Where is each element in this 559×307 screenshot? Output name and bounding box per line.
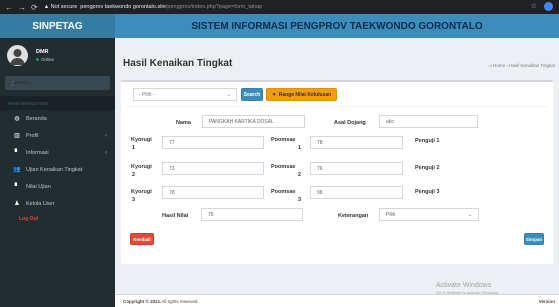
nama-field[interactable]: PANGKAH KARTIKA DOSAL xyxy=(202,115,305,128)
poomsae-3-field[interactable]: 98 xyxy=(310,186,403,199)
file-text-icon: ▘ xyxy=(14,184,20,190)
not-secure-badge[interactable]: ▲ Not secure xyxy=(44,4,78,10)
poomsae-2-label: Poomsae xyxy=(271,164,296,170)
address-bar[interactable]: pengprov taekwondo gorontalo.site/pengpr… xyxy=(80,4,262,10)
sidebar-item-informasi[interactable]: ▘ Informasi ‹ xyxy=(0,144,115,161)
asal-dojang-label: Asal Dojang xyxy=(334,120,366,126)
user-name: DMR xyxy=(36,48,49,55)
poomsae-1-label: Poomsae xyxy=(271,137,296,143)
penguji-1-label: Penguji 1 xyxy=(415,138,440,144)
kyorugi-1-label: Kyorugi xyxy=(131,137,152,143)
chevron-left-icon: ‹ xyxy=(105,149,107,156)
header-title: SISTEM INFORMASI PENGPROV TAEKWONDO GORO… xyxy=(115,14,559,38)
footer-version: Version xyxy=(538,298,555,304)
breadcrumb-home[interactable]: Home xyxy=(493,63,505,68)
user-status-label: Online xyxy=(41,56,55,62)
breadcrumb: ⌂ Home › Hasil Kenaikan Tingkat xyxy=(489,63,555,68)
sidebar-item-ujian[interactable]: 👥 Ujian Kenaikan Tingkat xyxy=(0,161,115,178)
page-title: Hasil Kenaikan Tingkat xyxy=(123,58,233,69)
nama-label: Nama xyxy=(176,120,191,126)
save-button[interactable]: Simpan xyxy=(524,233,544,245)
avatar-icon xyxy=(10,48,25,65)
kyorugi-3-number: 3 xyxy=(132,197,136,203)
brand-logo[interactable]: SINPETAG xyxy=(0,14,115,38)
chevron-left-icon: ‹ xyxy=(105,132,107,139)
sidebar-item-beranda[interactable]: ◍ Beranda xyxy=(0,110,115,127)
poomsae-2-field[interactable]: 76 xyxy=(310,162,403,175)
sidebar-item-profil[interactable]: ▥ Profil ‹ xyxy=(0,127,115,144)
file-icon: ▘ xyxy=(14,150,20,156)
sidebar-item-label: Beranda xyxy=(26,115,47,122)
poomsae-3-number: 3 xyxy=(298,197,302,203)
kyorugi-3-field[interactable]: 78 xyxy=(162,186,264,199)
kyorugi-2-label: Kyorugi xyxy=(131,164,152,170)
home-icon[interactable]: ⌂ xyxy=(489,63,492,68)
poomsae-3-label: Poomsae xyxy=(271,189,296,195)
watermark-title: Activate Windows xyxy=(436,282,492,289)
url-path: /pengprov/index.php?page=form_tahap xyxy=(165,4,263,10)
user-status: Online xyxy=(36,57,54,62)
kyorugi-2-number: 2 xyxy=(132,172,136,178)
content-header: Hasil Kenaikan Tingkat ⌂ Home › Hasil Ke… xyxy=(115,38,559,80)
star-icon[interactable]: ☆ xyxy=(531,2,537,11)
sidebar-item-label: Profil xyxy=(26,132,39,139)
user-icon: ♟ xyxy=(14,201,20,207)
online-dot-icon xyxy=(36,57,39,61)
footer-copyright: Copyright © 2021. xyxy=(123,298,162,304)
range-nilai-label: Range Nilai Kelulusan xyxy=(278,91,332,98)
sidebar: DMR Online Search... ⚲ MAIN NAVIGATION ◍… xyxy=(0,38,115,307)
logout-link[interactable]: Log Out xyxy=(0,212,115,226)
forward-icon[interactable]: → xyxy=(18,3,26,12)
dashboard-icon: ◍ xyxy=(14,116,20,122)
avatar xyxy=(7,44,28,66)
sidebar-search[interactable]: Search... ⚲ xyxy=(5,76,110,90)
sidebar-item-label: Kelola User xyxy=(26,200,55,207)
student-select[interactable]: - Pilih - ⌄ xyxy=(133,88,237,101)
poomsae-1-number: 1 xyxy=(298,145,302,151)
chevron-down-icon: ⌄ xyxy=(226,91,231,98)
asal-dojang-field[interactable]: abc xyxy=(379,115,478,128)
filter-bar: - Pilih - ⌄ Search ▼ Range Nilai Kelulus… xyxy=(133,88,337,101)
chevron-down-icon: ⌄ xyxy=(467,211,472,218)
hasil-nilai-field[interactable]: 75 xyxy=(201,208,303,221)
student-select-value: - Pilih - xyxy=(139,91,155,98)
profile-icon[interactable] xyxy=(544,2,553,11)
nav-header: MAIN NAVIGATION xyxy=(0,96,115,110)
search-input[interactable]: Search... xyxy=(10,80,33,86)
keterangan-select-value: Pilih xyxy=(386,211,396,218)
breadcrumb-separator: › xyxy=(506,63,508,68)
search-button[interactable]: Search xyxy=(241,88,263,101)
sidebar-item-label: Nilai Ujian xyxy=(26,183,51,190)
keterangan-label: Keterangan xyxy=(338,213,369,219)
poomsae-1-field[interactable]: 78 xyxy=(310,136,403,149)
divider xyxy=(127,106,547,107)
penguji-3-label: Penguji 3 xyxy=(415,189,440,195)
institution-icon: ▥ xyxy=(14,133,20,139)
form-box: - Pilih - ⌄ Search ▼ Range Nilai Kelulus… xyxy=(121,80,553,264)
back-icon[interactable]: ← xyxy=(5,3,13,12)
sidebar-item-kelola[interactable]: ♟ Kelola User xyxy=(0,195,115,212)
kyorugi-2-field[interactable]: 73 xyxy=(162,162,264,175)
sidebar-item-label: Ujian Kenaikan Tingkat xyxy=(26,166,83,173)
sidebar-item-label: Informasi xyxy=(26,149,49,156)
range-nilai-button[interactable]: ▼ Range Nilai Kelulusan xyxy=(266,88,337,101)
footer-rights: All rights reserved. xyxy=(161,298,199,304)
sidebar-item-nilai[interactable]: ▘ Nilai Ujian xyxy=(0,178,115,195)
keterangan-select[interactable]: Pilih ⌄ xyxy=(379,208,479,221)
user-panel: DMR Online xyxy=(0,38,115,72)
url-host: pengprov taekwondo gorontalo.site xyxy=(80,4,166,10)
hasil-nilai-label: Hasil Nilai xyxy=(162,213,189,219)
poomsae-2-number: 2 xyxy=(298,172,302,178)
footer: Copyright © 2021. All rights reserved. V… xyxy=(115,294,559,307)
kyorugi-3-label: Kyorugi xyxy=(131,189,152,195)
filter-icon: ▼ xyxy=(271,91,277,98)
kyorugi-1-number: 1 xyxy=(132,145,136,151)
breadcrumb-current: Hasil Kenaikan Tingkat xyxy=(509,63,555,68)
kyorugi-1-field[interactable]: 77 xyxy=(162,136,264,149)
users-icon: 👥 xyxy=(13,167,21,173)
penguji-2-label: Penguji 2 xyxy=(415,165,440,171)
back-button[interactable]: Kembali xyxy=(130,233,154,245)
reload-icon[interactable]: ⟳ xyxy=(31,3,38,12)
browser-toolbar: ← → ⟳ ▲ Not secure pengprov taekwondo go… xyxy=(0,0,559,14)
